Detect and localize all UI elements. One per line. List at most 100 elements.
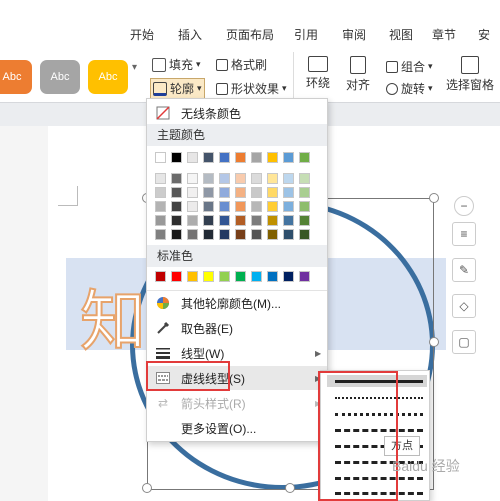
theme-color-swatch[interactable] bbox=[299, 229, 310, 240]
theme-color-swatch[interactable] bbox=[299, 187, 310, 198]
theme-color-swatch[interactable] bbox=[187, 229, 198, 240]
theme-color-swatch[interactable] bbox=[299, 215, 310, 226]
theme-color-swatch[interactable] bbox=[155, 187, 166, 198]
align-button[interactable]: 对齐 bbox=[346, 56, 370, 93]
theme-color-swatch[interactable] bbox=[203, 229, 214, 240]
outline-button[interactable]: 轮廓 ▾ bbox=[150, 78, 205, 99]
standard-color-swatch[interactable] bbox=[203, 271, 214, 282]
resize-handle[interactable] bbox=[429, 337, 439, 347]
rotate-button[interactable]: 旋转 ▾ bbox=[386, 80, 433, 97]
theme-color-swatch[interactable] bbox=[155, 152, 166, 163]
surround-button[interactable]: 环绕 bbox=[306, 56, 330, 91]
pen-style-icon[interactable]: ✎ bbox=[452, 258, 476, 282]
theme-color-swatch[interactable] bbox=[171, 187, 182, 198]
selection-pane-button[interactable]: 选择窗格 bbox=[446, 56, 494, 93]
theme-color-swatch[interactable] bbox=[283, 201, 294, 212]
standard-color-swatch[interactable] bbox=[299, 271, 310, 282]
theme-color-swatch[interactable] bbox=[235, 152, 246, 163]
theme-color-swatch[interactable] bbox=[267, 152, 278, 163]
menu-item-more-settings[interactable]: 更多设置(O)... bbox=[147, 416, 327, 440]
theme-color-swatch[interactable] bbox=[267, 187, 278, 198]
theme-color-swatch[interactable] bbox=[267, 229, 278, 240]
theme-color-swatch[interactable] bbox=[251, 187, 262, 198]
style-preset-yellow[interactable]: Abc bbox=[88, 60, 128, 94]
theme-color-swatch[interactable] bbox=[251, 173, 262, 184]
theme-color-swatch[interactable] bbox=[251, 152, 262, 163]
theme-color-swatch[interactable] bbox=[171, 152, 182, 163]
theme-color-swatch[interactable] bbox=[235, 173, 246, 184]
theme-color-swatch[interactable] bbox=[267, 215, 278, 226]
standard-color-swatch[interactable] bbox=[251, 271, 262, 282]
theme-color-swatch[interactable] bbox=[187, 215, 198, 226]
theme-color-swatch[interactable] bbox=[171, 201, 182, 212]
tab-references[interactable]: 引用 bbox=[294, 26, 318, 43]
tab-page-layout[interactable]: 页面布局 bbox=[226, 26, 274, 43]
tab-review[interactable]: 审阅 bbox=[342, 26, 366, 43]
theme-color-swatch[interactable] bbox=[235, 229, 246, 240]
theme-color-swatch[interactable] bbox=[203, 215, 214, 226]
theme-color-swatch[interactable] bbox=[155, 173, 166, 184]
theme-color-swatch[interactable] bbox=[219, 173, 230, 184]
tab-insert[interactable]: 插入 bbox=[178, 26, 202, 43]
fill-button[interactable]: 填充 ▾ bbox=[152, 56, 201, 73]
style-preset-orange[interactable]: Abc bbox=[0, 60, 32, 94]
standard-color-swatch[interactable] bbox=[187, 271, 198, 282]
outline-style-icon[interactable]: ▢ bbox=[452, 330, 476, 354]
theme-color-swatch[interactable] bbox=[283, 229, 294, 240]
collapse-icon[interactable]: − bbox=[454, 196, 474, 216]
format-painter-button[interactable]: 格式刷 bbox=[216, 56, 267, 73]
theme-color-swatch[interactable] bbox=[299, 201, 310, 212]
theme-color-swatch[interactable] bbox=[203, 173, 214, 184]
group-button[interactable]: 组合 ▾ bbox=[386, 58, 433, 75]
theme-color-swatch[interactable] bbox=[171, 229, 182, 240]
theme-color-swatch[interactable] bbox=[299, 152, 310, 163]
layout-options-icon[interactable]: ≡ bbox=[452, 222, 476, 246]
theme-color-swatch[interactable] bbox=[203, 152, 214, 163]
theme-color-swatch[interactable] bbox=[251, 201, 262, 212]
theme-color-swatch[interactable] bbox=[187, 187, 198, 198]
theme-color-swatch[interactable] bbox=[283, 173, 294, 184]
theme-color-swatch[interactable] bbox=[219, 187, 230, 198]
theme-color-swatch[interactable] bbox=[171, 215, 182, 226]
theme-color-swatch[interactable] bbox=[251, 215, 262, 226]
theme-color-swatch[interactable] bbox=[219, 201, 230, 212]
theme-color-swatch[interactable] bbox=[155, 201, 166, 212]
theme-color-swatch[interactable] bbox=[155, 215, 166, 226]
standard-color-swatch[interactable] bbox=[235, 271, 246, 282]
theme-color-swatch[interactable] bbox=[235, 201, 246, 212]
standard-color-swatch[interactable] bbox=[155, 271, 166, 282]
theme-color-swatch[interactable] bbox=[251, 229, 262, 240]
menu-item-eyedropper[interactable]: 取色器(E) bbox=[147, 316, 327, 340]
shape-effects-button[interactable]: 形状效果 ▾ bbox=[216, 80, 287, 97]
tab-home[interactable]: 开始 bbox=[130, 26, 154, 43]
tab-chapter[interactable]: 章节 bbox=[432, 26, 456, 43]
theme-color-swatch[interactable] bbox=[219, 229, 230, 240]
theme-color-swatch[interactable] bbox=[235, 187, 246, 198]
theme-color-swatch[interactable] bbox=[219, 215, 230, 226]
theme-color-swatch[interactable] bbox=[219, 152, 230, 163]
standard-color-swatch[interactable] bbox=[219, 271, 230, 282]
standard-color-swatch[interactable] bbox=[171, 271, 182, 282]
menu-item-more-colors[interactable]: 其他轮廓颜色(M)... bbox=[147, 291, 327, 315]
standard-color-swatch[interactable] bbox=[267, 271, 278, 282]
theme-color-swatch[interactable] bbox=[187, 173, 198, 184]
theme-color-swatch[interactable] bbox=[267, 173, 278, 184]
theme-color-swatch[interactable] bbox=[203, 201, 214, 212]
theme-color-swatch[interactable] bbox=[187, 152, 198, 163]
menu-item-no-line[interactable]: 无线条颜色 bbox=[147, 101, 327, 125]
theme-color-swatch[interactable] bbox=[283, 152, 294, 163]
tab-view[interactable]: 视图 bbox=[389, 26, 413, 43]
resize-handle[interactable] bbox=[285, 483, 295, 493]
styles-more-icon[interactable]: ▾ bbox=[132, 62, 137, 73]
theme-color-swatch[interactable] bbox=[283, 215, 294, 226]
theme-color-swatch[interactable] bbox=[187, 201, 198, 212]
fill-style-icon[interactable]: ◇ bbox=[452, 294, 476, 318]
theme-color-swatch[interactable] bbox=[235, 215, 246, 226]
theme-color-swatch[interactable] bbox=[155, 229, 166, 240]
standard-color-swatch[interactable] bbox=[283, 271, 294, 282]
theme-color-swatch[interactable] bbox=[299, 173, 310, 184]
theme-color-swatch[interactable] bbox=[203, 187, 214, 198]
theme-color-swatch[interactable] bbox=[267, 201, 278, 212]
resize-handle[interactable] bbox=[429, 193, 439, 203]
theme-color-swatch[interactable] bbox=[283, 187, 294, 198]
